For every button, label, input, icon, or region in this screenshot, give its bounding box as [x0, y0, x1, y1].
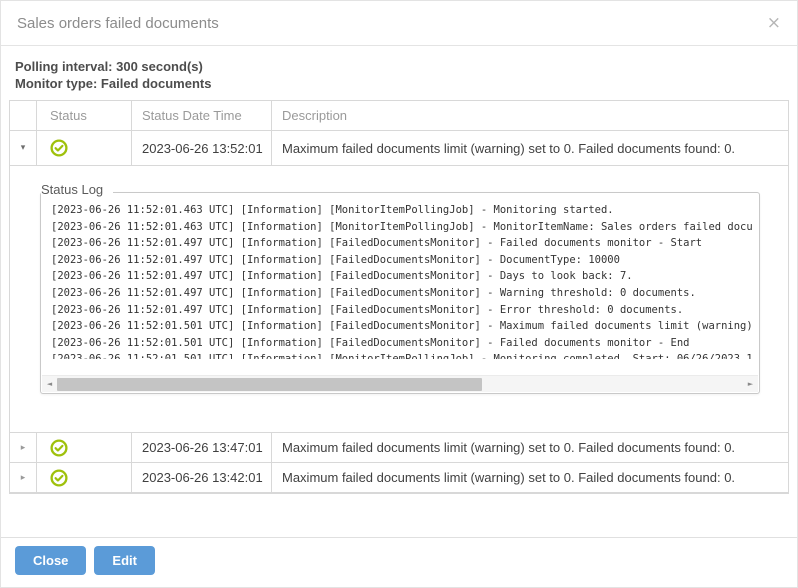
- success-check-icon: [50, 139, 68, 157]
- status-history-table: Status Status Date Time Description ▾ 20…: [9, 100, 789, 494]
- sales-orders-failed-documents-dialog: Sales orders failed documents × Polling …: [0, 0, 798, 588]
- description-cell: Maximum failed documents limit (warning)…: [271, 131, 788, 165]
- collapse-row-icon[interactable]: ▾: [21, 143, 26, 153]
- scrollbar-thumb[interactable]: [57, 378, 482, 391]
- table-row[interactable]: ▾ 2023-06-26 13:52:01 Maximum failed doc…: [10, 131, 788, 166]
- status-log-viewport[interactable]: [2023-06-26 11:52:01.463 UTC] [Informati…: [41, 193, 759, 359]
- status-date-time-cell: 2023-06-26 13:42:01: [131, 463, 271, 492]
- expand-row-icon[interactable]: ▸: [21, 443, 26, 453]
- status-date-time-cell: 2023-06-26 13:52:01: [131, 131, 271, 165]
- description-cell: Maximum failed documents limit (warning)…: [271, 433, 788, 462]
- status-log-panel: Status Log [2023-06-26 11:52:01.463 UTC]…: [40, 192, 760, 394]
- close-icon[interactable]: ×: [767, 15, 781, 32]
- expand-column-header: [10, 101, 36, 130]
- dialog-title: Sales orders failed documents: [17, 15, 219, 32]
- column-header-status-date-time: Status Date Time: [131, 101, 271, 130]
- horizontal-scrollbar[interactable]: ◄ ►: [42, 375, 758, 392]
- edit-button[interactable]: Edit: [94, 546, 155, 575]
- close-button[interactable]: Close: [15, 546, 86, 575]
- monitor-info-block: Polling interval: 300 second(s) Monitor …: [1, 46, 797, 98]
- table-row[interactable]: ▸ 2023-06-26 13:47:01 Maximum failed doc…: [10, 433, 788, 463]
- column-header-status: Status: [36, 101, 131, 130]
- success-check-icon: [50, 439, 68, 457]
- table-row[interactable]: ▸ 2023-06-26 13:42:01 Maximum failed doc…: [10, 463, 788, 493]
- expanded-row-detail: Status Log [2023-06-26 11:52:01.463 UTC]…: [10, 166, 788, 433]
- scrollbar-track[interactable]: [57, 378, 743, 391]
- status-date-time-cell: 2023-06-26 13:47:01: [131, 433, 271, 462]
- status-log-label: Status Log: [41, 183, 113, 197]
- dialog-header: Sales orders failed documents ×: [1, 1, 797, 46]
- table-header-row: Status Status Date Time Description: [10, 101, 788, 131]
- polling-interval-text: Polling interval: 300 second(s): [15, 58, 783, 75]
- status-log-text: [2023-06-26 11:52:01.463 UTC] [Informati…: [51, 202, 749, 359]
- expand-row-icon[interactable]: ▸: [21, 473, 26, 483]
- column-header-description: Description: [271, 101, 788, 130]
- success-check-icon: [50, 469, 68, 487]
- description-cell: Maximum failed documents limit (warning)…: [271, 463, 788, 492]
- dialog-footer: Close Edit: [1, 537, 797, 587]
- monitor-type-text: Monitor type: Failed documents: [15, 75, 783, 92]
- scroll-right-arrow-icon[interactable]: ►: [743, 376, 758, 393]
- scroll-left-arrow-icon[interactable]: ◄: [42, 376, 57, 393]
